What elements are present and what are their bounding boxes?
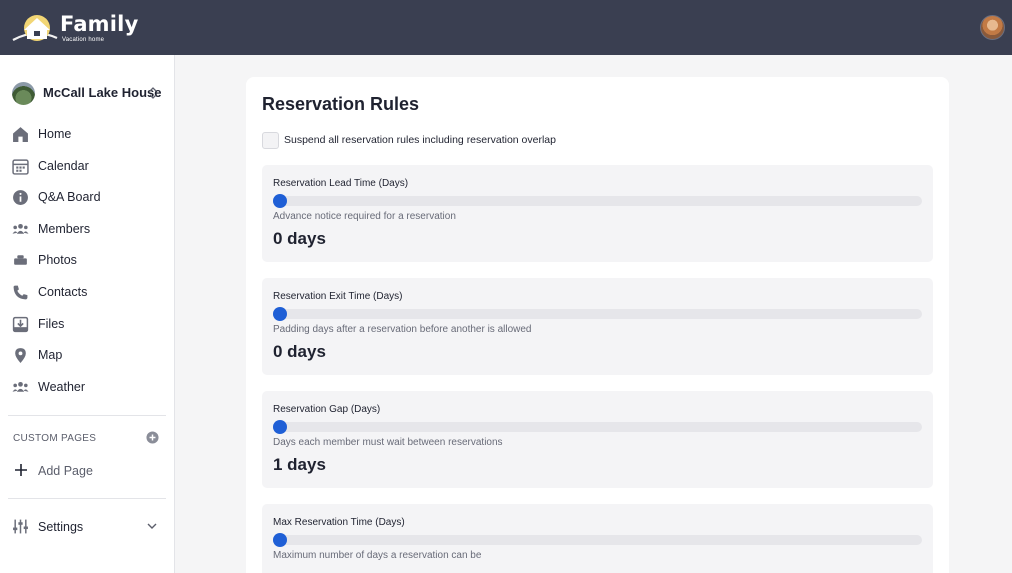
sidebar-item-label: Members [38,221,91,236]
house-switcher[interactable]: McCall Lake House [12,81,162,105]
map-pin-icon [15,348,26,364]
sidebar-item-files[interactable]: Files [12,309,167,341]
sidebar-divider [8,415,166,416]
sidebar-item-members[interactable]: Members [12,214,167,246]
sidebar-item-label: Q&A Board [38,190,101,205]
sidebar-item-label: Weather [38,379,86,394]
files-icon [12,316,29,332]
calendar-icon [12,158,29,175]
home-icon [13,127,28,142]
rule-title: Max Reservation Time (Days) [273,517,405,528]
brand-title: Family [60,12,139,36]
rule-description: Days each member must wait between reser… [273,437,503,448]
sidebar-nav: Home Calendar Q&A Board Members Photos C… [12,119,167,403]
rule-slider-thumb[interactable] [273,307,287,321]
rule-title: Reservation Gap (Days) [273,404,381,415]
sidebar-item-qa-board[interactable]: Q&A Board [12,182,167,214]
sidebar-item-label: Calendar [38,158,89,173]
add-page-button[interactable]: Add Page [12,460,162,482]
sidebar-divider [8,498,166,499]
rule-slider-thumb[interactable] [273,194,287,208]
sidebar-item-weather[interactable]: Weather [12,372,167,404]
sidebar-item-photos[interactable]: Photos [12,245,167,277]
top-bar: Family Vacation home [0,0,1012,55]
rule-title: Reservation Exit Time (Days) [273,291,403,302]
rule-description: Padding days after a reservation before … [273,324,532,335]
sidebar-item-label: Home [38,127,72,141]
rule-max-time: Max Reservation Time (Days) Maximum numb… [262,504,933,573]
add-circle-icon[interactable] [146,431,159,444]
phone-icon [13,285,28,300]
sidebar-item-home[interactable]: Home [12,119,167,151]
suspend-rules-label: Suspend all reservation rules including … [284,134,556,146]
brand-subtitle: Vacation home [62,37,105,43]
rule-value: 1 days [273,455,326,474]
add-page-label: Add Page [38,464,93,478]
chevron-down-icon [147,523,157,529]
settings-label: Settings [38,520,84,534]
sidebar: McCall Lake House Home Calendar Q&A Boar… [0,55,175,573]
sidebar-item-label: Contacts [38,284,88,299]
rule-exit-time: Reservation Exit Time (Days) Padding day… [262,278,933,375]
rule-slider-track[interactable] [273,196,922,206]
brand-logo[interactable]: Family Vacation home [11,10,138,46]
sliders-icon [13,519,28,534]
info-icon [13,190,28,206]
rule-description: Advance notice required for a reservatio… [273,211,456,222]
sidebar-item-map[interactable]: Map [12,340,167,372]
rule-title: Reservation Lead Time (Days) [273,178,409,189]
suspend-rules-row: Suspend all reservation rules including … [262,132,662,149]
rule-description: Maximum number of days a reservation can… [273,550,482,561]
rule-slider-track[interactable] [273,422,922,432]
sidebar-item-contacts[interactable]: Contacts [12,277,167,309]
sidebar-item-label: Map [38,348,63,363]
rule-slider-track[interactable] [273,309,922,319]
rule-slider-thumb[interactable] [273,420,287,434]
settings-menu[interactable]: Settings [12,515,162,537]
sidebar-item-label: Photos [38,253,77,268]
sidebar-item-label: Files [38,316,65,331]
rule-slider-thumb[interactable] [273,533,287,547]
sidebar-item-calendar[interactable]: Calendar [12,151,167,183]
reservation-rules-card: Reservation Rules Suspend all reservatio… [246,77,949,573]
weather-icon [12,381,29,392]
rule-value: 0 days [273,342,326,361]
user-avatar[interactable] [980,15,1005,40]
house-avatar [12,82,35,105]
rule-lead-time: Reservation Lead Time (Days) Advance not… [262,165,933,262]
rule-slider-track[interactable] [273,535,922,545]
page-title: Reservation Rules [262,94,420,114]
plus-icon [15,464,27,476]
photos-icon [14,255,27,266]
house-logo-icon [12,15,58,41]
rule-gap: Reservation Gap (Days) Days each member … [262,391,933,488]
rule-value: 0 days [273,229,326,248]
suspend-rules-checkbox[interactable] [262,132,279,149]
chevron-updown-icon [149,87,157,99]
members-icon [12,223,29,234]
custom-pages-heading: CUSTOM PAGES [13,433,97,444]
house-name: McCall Lake House [43,85,162,100]
